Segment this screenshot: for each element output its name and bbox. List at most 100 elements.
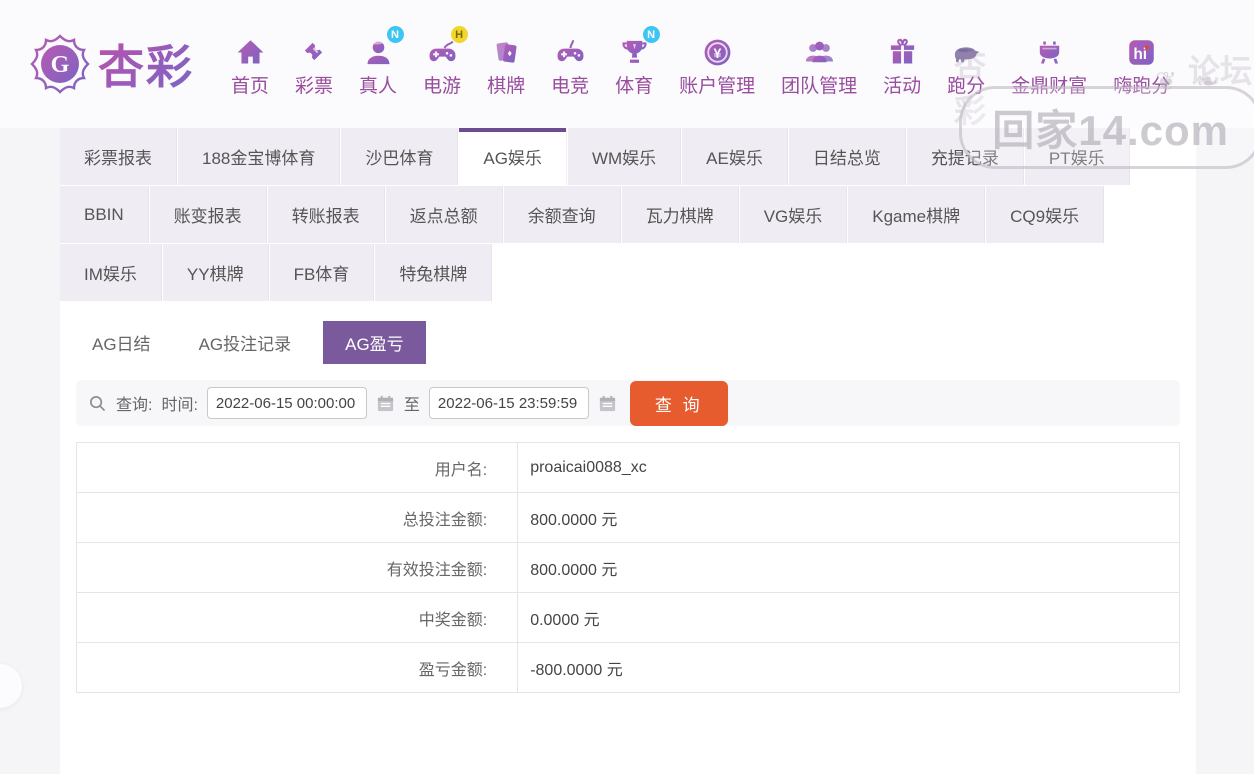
- ding-cauldron-icon: [1034, 37, 1065, 68]
- row-label: 中奖金额:: [77, 593, 518, 643]
- profit-summary-table: 用户名: proaicai0088_xc 总投注金额: 800.0000 元 有…: [76, 442, 1180, 693]
- watermark-ghost-text: 论坛: [1188, 46, 1252, 92]
- nav-label: 团队管理: [781, 71, 857, 98]
- main-nav: 首页 彩票 N 真人 H 电游 棋牌: [218, 30, 1183, 98]
- nav-item-home[interactable]: 首页: [218, 30, 282, 98]
- live-person-icon: [363, 37, 394, 68]
- nav-label: 真人: [359, 71, 397, 98]
- date-from-input[interactable]: [207, 387, 367, 419]
- tab-yue-chaxun[interactable]: 余额查询: [504, 186, 621, 243]
- hi-app-icon: hi: [1126, 37, 1157, 68]
- team-people-icon: [804, 37, 835, 68]
- tab-zhangbian-baobiao[interactable]: 账变报表: [150, 186, 267, 243]
- nav-label: 首页: [231, 71, 269, 98]
- report-tabs: 彩票报表 188金宝博体育 沙巴体育 AG娱乐 WM娱乐 AE娱乐 日结总览 充…: [60, 128, 1196, 301]
- nav-item-activity[interactable]: 活动: [870, 30, 934, 98]
- lottery-ticket-icon: [299, 37, 330, 68]
- tab-vg-yule[interactable]: VG娱乐: [740, 186, 848, 243]
- top-navigation-bar: G 杏彩 首页 彩票 N 真人 H 电游: [0, 0, 1254, 128]
- tab-fandian-zonge[interactable]: 返点总额: [386, 186, 503, 243]
- row-label: 盈亏金额:: [77, 643, 518, 693]
- tab-fb-tiyu[interactable]: FB体育: [270, 244, 375, 301]
- edge-floating-widget[interactable]: [0, 664, 22, 708]
- nav-label: 电游: [423, 71, 461, 98]
- nav-item-jinding[interactable]: 金鼎财富: [998, 30, 1100, 98]
- calendar-from-button[interactable]: [376, 394, 395, 413]
- calendar-icon: [376, 394, 395, 413]
- page: G 杏彩 首页 彩票 N 真人 H 电游: [0, 0, 1254, 774]
- cards-icon: [491, 37, 522, 68]
- row-value: -800.0000 元: [518, 643, 1180, 693]
- tab-188-jinbaobo[interactable]: 188金宝博体育: [178, 128, 340, 185]
- ag-subtabs: AG日结 AG投注记录 AG盈亏: [76, 321, 1196, 364]
- tab-bbin[interactable]: BBIN: [60, 186, 149, 243]
- esports-gamepad-icon: [555, 37, 586, 68]
- calendar-to-button[interactable]: [598, 394, 617, 413]
- query-label: 查询:: [116, 391, 152, 415]
- tab-rijie-zonglan[interactable]: 日结总览: [789, 128, 906, 185]
- table-row: 中奖金额: 0.0000 元: [77, 593, 1180, 643]
- tab-pt-yule[interactable]: PT娱乐: [1025, 128, 1130, 185]
- tab-wm-yule[interactable]: WM娱乐: [568, 128, 681, 185]
- nav-label: 棋牌: [487, 71, 525, 98]
- table-row: 总投注金额: 800.0000 元: [77, 493, 1180, 543]
- search-icon: [88, 394, 107, 413]
- nav-item-live[interactable]: N 真人: [346, 30, 410, 98]
- nav-item-account[interactable]: ¥ 账户管理: [666, 30, 768, 98]
- row-value: 800.0000 元: [518, 543, 1180, 593]
- tab-im-yule[interactable]: IM娱乐: [60, 244, 162, 301]
- nav-item-esports[interactable]: 电竞: [538, 30, 602, 98]
- main-content: 彩票报表 188金宝博体育 沙巴体育 AG娱乐 WM娱乐 AE娱乐 日结总览 充…: [60, 128, 1196, 774]
- nav-badge: N: [387, 26, 404, 43]
- nav-item-team[interactable]: 团队管理: [768, 30, 870, 98]
- tab-ae-yule[interactable]: AE娱乐: [682, 128, 788, 185]
- nav-item-sports[interactable]: N 体育: [602, 30, 666, 98]
- svg-text:G: G: [51, 52, 70, 78]
- logo-flower-icon: G: [28, 32, 92, 96]
- nav-item-paofen[interactable]: 跑分: [934, 30, 998, 98]
- query-submit-button[interactable]: 查 询: [630, 381, 728, 426]
- row-value: 800.0000 元: [518, 493, 1180, 543]
- brand-logo[interactable]: G 杏彩: [28, 31, 204, 97]
- tab-wali-qipai[interactable]: 瓦力棋牌: [622, 186, 739, 243]
- tab-kgame-qipai[interactable]: Kgame棋牌: [848, 186, 985, 243]
- slots-gamepad-icon: [427, 37, 458, 68]
- row-value: 0.0000 元: [518, 593, 1180, 643]
- nav-label: 体育: [615, 71, 653, 98]
- nav-item-slots[interactable]: H 电游: [410, 30, 474, 98]
- sports-trophy-icon: [619, 37, 650, 68]
- table-row: 有效投注金额: 800.0000 元: [77, 543, 1180, 593]
- nav-label: 嗨跑分: [1113, 71, 1170, 98]
- nav-item-lottery[interactable]: 彩票: [282, 30, 346, 98]
- tab-zhuanzhang-baobiao[interactable]: 转账报表: [268, 186, 385, 243]
- tab-yy-qipai[interactable]: YY棋牌: [163, 244, 269, 301]
- tab-caipiao-baobiao[interactable]: 彩票报表: [60, 128, 177, 185]
- rhino-icon: [951, 37, 982, 68]
- account-coin-icon: ¥: [702, 37, 733, 68]
- subtab-ag-touzhu-jilu[interactable]: AG投注记录: [183, 321, 308, 364]
- brand-name: 杏彩: [98, 31, 194, 97]
- row-label: 用户名:: [77, 443, 518, 493]
- row-label: 有效投注金额:: [77, 543, 518, 593]
- search-bar: 查询: 时间: 至 查 询: [76, 380, 1180, 426]
- subtab-ag-rijie[interactable]: AG日结: [76, 321, 167, 364]
- tab-shaba-tiyu[interactable]: 沙巴体育: [341, 128, 458, 185]
- nav-item-hipaofen[interactable]: hi 嗨跑分: [1100, 30, 1183, 98]
- nav-label: 跑分: [947, 71, 985, 98]
- tab-ag-yule[interactable]: AG娱乐: [459, 128, 567, 185]
- nav-item-cards[interactable]: 棋牌: [474, 30, 538, 98]
- nav-label: 电竞: [551, 71, 589, 98]
- row-value: proaicai0088_xc: [518, 443, 1180, 493]
- nav-label: 活动: [883, 71, 921, 98]
- nav-badge: N: [643, 26, 660, 43]
- tab-cq9-yule[interactable]: CQ9娱乐: [986, 186, 1104, 243]
- tab-chongti-jilu[interactable]: 充提记录: [907, 128, 1024, 185]
- nav-badge: H: [451, 26, 468, 43]
- calendar-icon: [598, 394, 617, 413]
- home-icon: [235, 37, 266, 68]
- tab-tetu-qipai[interactable]: 特兔棋牌: [375, 244, 492, 301]
- svg-text:¥: ¥: [713, 46, 721, 62]
- to-separator: 至: [404, 391, 420, 415]
- subtab-ag-yingkui[interactable]: AG盈亏: [323, 321, 426, 364]
- date-to-input[interactable]: [429, 387, 589, 419]
